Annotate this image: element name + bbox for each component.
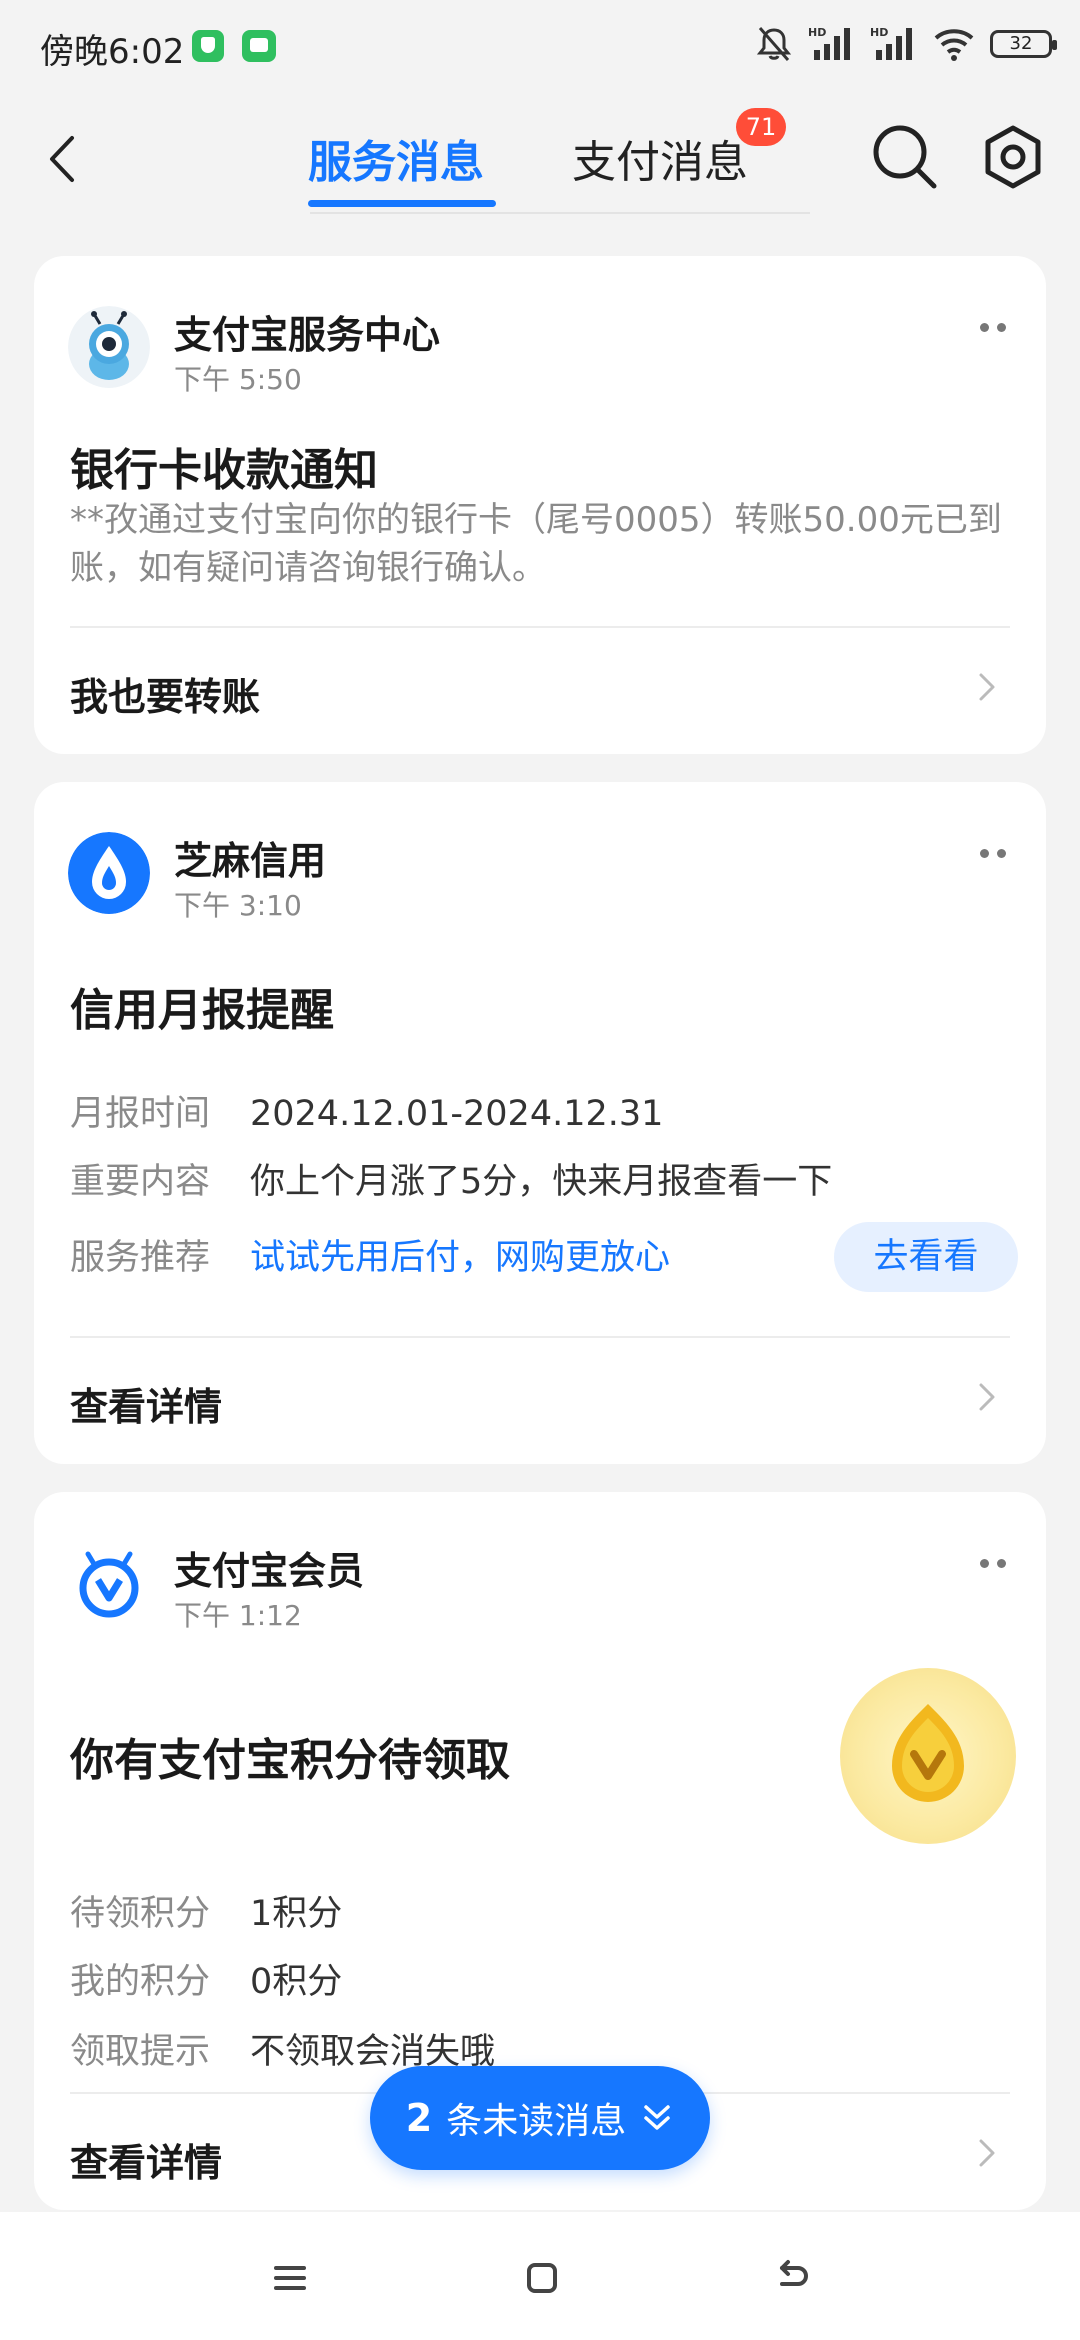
transfer-action-link[interactable]: 我也要转账: [70, 666, 260, 721]
points-coin-icon: [840, 1668, 1016, 1844]
detail-row: 服务推荐 试试先用后付，网购更放心: [70, 1234, 670, 1282]
chevron-right-icon: [979, 673, 995, 701]
more-options-icon[interactable]: [978, 846, 1008, 860]
detail-row: 待领积分 1积分: [70, 1890, 342, 1938]
message-body: **孜通过支付宝向你的银行卡（尾号0005）转账50.00元已到账，如有疑问请咨…: [70, 500, 1002, 588]
unread-badge: 71: [736, 108, 786, 146]
tab-divider: [310, 212, 810, 214]
detail-value: 1积分: [250, 1894, 343, 1934]
source-name: 支付宝会员: [174, 1549, 365, 1593]
detail-value: 2024.12.01-2024.12.31: [250, 1094, 664, 1134]
system-nav-bar: [0, 2212, 1080, 2340]
detail-key: 领取提示: [70, 2032, 211, 2072]
home-icon[interactable]: [522, 2258, 562, 2298]
coin-graphic: [892, 1704, 964, 1802]
detail-key: 服务推荐: [70, 1238, 211, 1278]
message-card-credit-report: 芝麻信用 下午 3:10 信用月报提醒 月报时间 2024.12.01-2024.…: [34, 782, 1046, 1464]
back-nav-icon[interactable]: [772, 2258, 812, 2298]
source-name: 芝麻信用: [174, 839, 327, 883]
mute-bell-icon: [756, 27, 792, 61]
message-time: 下午 3:10: [174, 889, 302, 922]
message-title: 你有支付宝积分待领取: [70, 1735, 510, 1786]
search-icon[interactable]: [870, 122, 940, 192]
alipay-member-avatar: [68, 1542, 150, 1624]
unread-messages-button[interactable]: 2 条未读消息: [370, 2066, 710, 2170]
recommend-link[interactable]: 试试先用后付，网购更放心: [250, 1238, 670, 1278]
detail-key: 我的积分: [70, 1962, 211, 2002]
app-header: 服务消息 支付消息 71: [0, 96, 1080, 224]
svg-text:HD: HD: [808, 26, 826, 39]
go-look-button[interactable]: 去看看: [834, 1222, 1018, 1292]
message-time: 下午 1:12: [174, 1599, 302, 1632]
detail-key: 月报时间: [70, 1094, 211, 1134]
svg-text:HD: HD: [870, 26, 888, 39]
status-bar: 傍晚6:02 HD HD 32: [0, 0, 1080, 96]
view-details-link[interactable]: 查看详情: [70, 2132, 222, 2187]
sesame-credit-avatar: [68, 832, 150, 914]
detail-value: 0积分: [250, 1962, 343, 2002]
tab-service-messages[interactable]: 服务消息: [308, 126, 484, 190]
wifi-icon: [934, 29, 974, 61]
unread-count: 2: [405, 2096, 433, 2140]
signal-hd-2-icon: HD: [870, 26, 912, 60]
double-chevron-down-icon: [644, 2105, 670, 2130]
message-card-bank-transfer: 支付宝服务中心 下午 5:50 银行卡收款通知 **孜通过支付宝向你的银行卡（尾…: [34, 256, 1046, 754]
view-details-link[interactable]: 查看详情: [70, 1376, 222, 1431]
detail-row: 月报时间 2024.12.01-2024.12.31: [70, 1090, 663, 1138]
menu-icon[interactable]: [270, 2258, 310, 2298]
gear-icon[interactable]: [980, 124, 1046, 190]
tab-payment-messages[interactable]: 支付消息: [572, 126, 748, 190]
message-title: 信用月报提醒: [70, 985, 334, 1036]
active-tab-indicator: [308, 200, 496, 207]
card-divider: [70, 626, 1010, 628]
detail-key: 重要内容: [70, 1162, 211, 1202]
more-options-icon[interactable]: [978, 1556, 1008, 1570]
back-icon[interactable]: [40, 134, 90, 184]
security-app-icon: [192, 30, 224, 62]
source-name: 支付宝服务中心: [174, 313, 441, 357]
status-time: 傍晚6:02: [40, 32, 185, 72]
signal-hd-1-icon: HD: [808, 26, 850, 60]
ant-mascot-avatar: [68, 306, 150, 388]
detail-key: 待领积分: [70, 1894, 211, 1934]
card-divider: [70, 1336, 1010, 1338]
detail-row: 我的积分 0积分: [70, 1958, 342, 2006]
battery-level: 32: [1009, 33, 1033, 54]
unread-label: 条未读消息: [446, 2101, 627, 2142]
message-app-icon: [242, 30, 276, 62]
more-options-icon[interactable]: [978, 320, 1008, 334]
chevron-right-icon: [979, 1383, 995, 1411]
battery-icon: 32: [990, 30, 1057, 58]
chevron-right-icon: [979, 2139, 995, 2167]
message-time: 下午 5:50: [174, 363, 302, 396]
detail-value: 你上个月涨了5分，快来月报查看一下: [250, 1162, 833, 1202]
detail-row: 重要内容 你上个月涨了5分，快来月报查看一下: [70, 1158, 832, 1206]
message-title: 银行卡收款通知: [70, 445, 378, 496]
